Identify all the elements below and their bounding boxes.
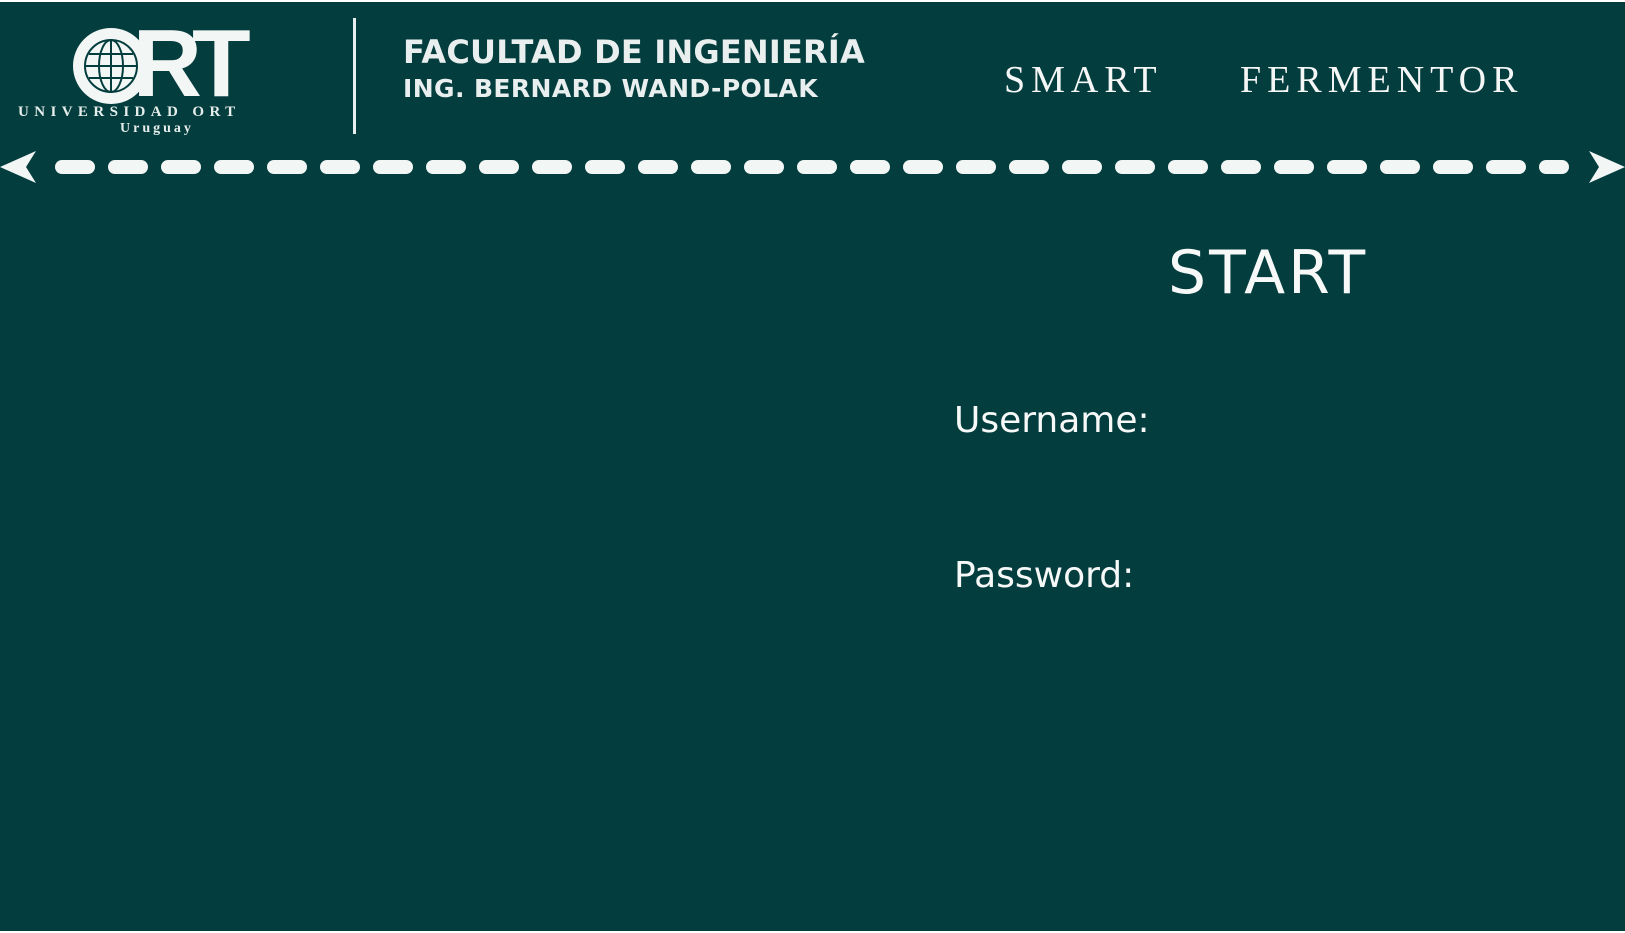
logo-wordmark-text: RT	[132, 10, 251, 117]
logo-institution: UNIVERSIDAD ORT	[18, 104, 241, 120]
username-input[interactable]	[1150, 400, 1494, 448]
logo-country: Uruguay	[120, 121, 194, 136]
password-label: Password:	[954, 555, 1135, 596]
faculty-name: FACULTAD DE INGENIERÍA	[403, 33, 865, 71]
arrow-head-right	[1589, 151, 1625, 183]
app-screen: ORT UNIVERSIDAD ORT Uruguay FACULTAD DE …	[0, 2, 1625, 931]
password-input[interactable]	[1150, 555, 1494, 603]
faculty-heading: FACULTAD DE INGENIERÍA ING. BERNARD WAND…	[403, 32, 865, 106]
header-divider	[353, 18, 356, 134]
logo-wordmark: ORT	[68, 16, 251, 112]
double-headed-dashed-arrow-icon	[0, 151, 1625, 183]
username-label: Username:	[954, 400, 1150, 441]
arrow-head-left	[0, 151, 36, 183]
brand-word-smart: SMART	[1004, 59, 1163, 101]
login-title: START	[1168, 238, 1369, 308]
university-logo: ORT UNIVERSIDAD ORT Uruguay	[18, 16, 314, 140]
brand-word-fermentor: FERMENTOR	[1240, 59, 1524, 101]
faculty-subtitle: ING. BERNARD WAND-POLAK	[403, 74, 819, 103]
